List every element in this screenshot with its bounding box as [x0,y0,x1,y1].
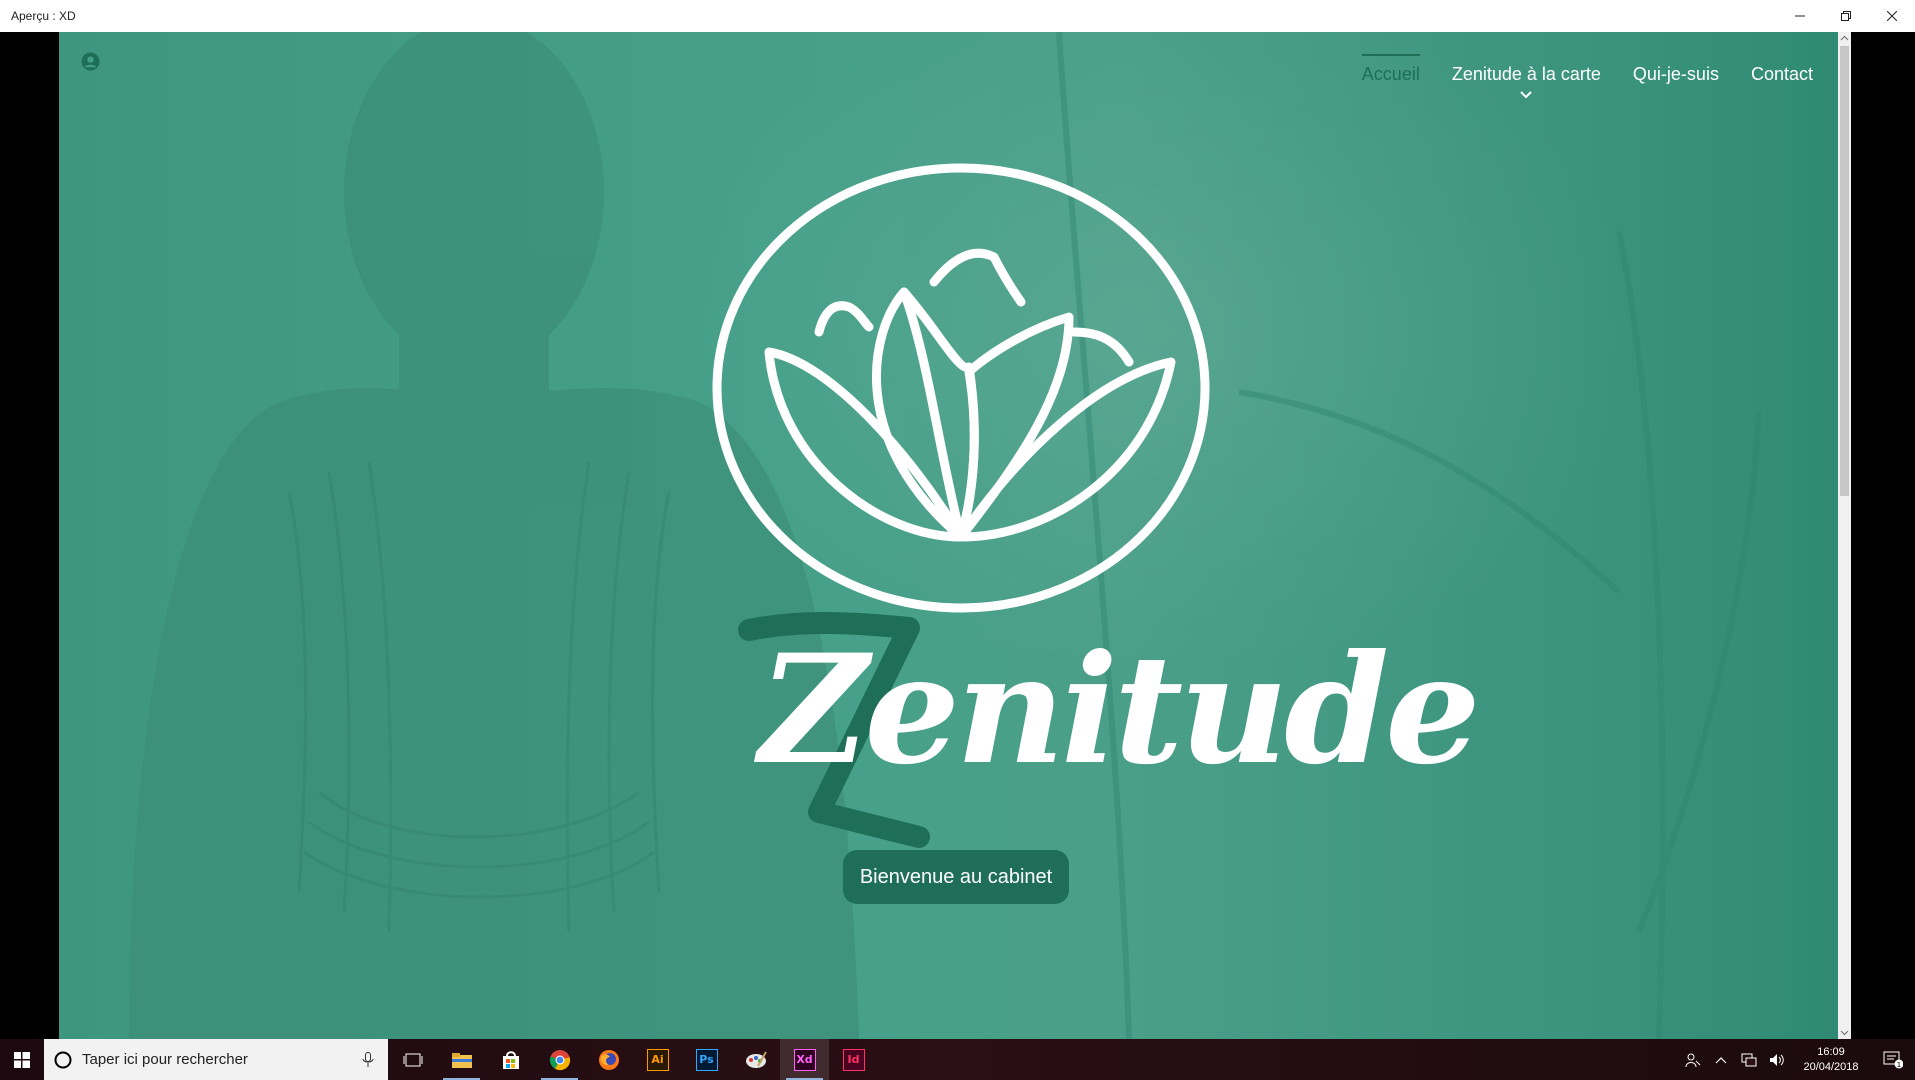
close-button[interactable] [1869,0,1915,32]
chevron-up-icon [1715,1056,1727,1063]
window-title: Aperçu : XD [11,9,76,23]
taskbar-illustrator[interactable]: Ai [633,1039,682,1080]
windows-logo-icon [14,1051,30,1068]
firefox-icon [598,1049,619,1070]
people-icon [1685,1053,1701,1067]
vertical-scrollbar[interactable] [1838,32,1851,1039]
microphone-icon[interactable] [362,1051,374,1068]
system-tray: 16:09 20/04/2018 1 [1679,1039,1915,1080]
restore-button[interactable] [1823,0,1869,32]
notification-count: 1 [1897,1061,1901,1069]
start-button[interactable] [0,1039,44,1080]
cortana-circle-icon [54,1051,72,1068]
minimize-icon [1795,15,1805,17]
speaker-icon [1770,1053,1784,1066]
taskbar-clock[interactable]: 16:09 20/04/2018 [1791,1045,1871,1075]
paint-icon [745,1051,767,1068]
search-placeholder: Taper ici pour rechercher [82,1051,248,1068]
xd-icon: Xd [793,1048,816,1071]
scroll-up-arrow-icon[interactable] [1840,34,1849,43]
chrome-icon [549,1049,570,1070]
taskbar-firefox[interactable] [584,1039,633,1080]
clock-date: 20/04/2018 [1803,1060,1859,1073]
store-icon [502,1050,519,1069]
illustrator-icon: Ai [646,1048,669,1071]
network-icon [1741,1053,1757,1066]
clock-time: 16:09 [1817,1045,1845,1058]
taskbar-xd[interactable]: Xd [780,1039,829,1080]
file-explorer-icon [451,1052,472,1068]
taskbar-file-explorer[interactable] [437,1039,486,1080]
action-center-button[interactable]: 1 [1871,1039,1915,1080]
task-view-button[interactable] [388,1039,437,1080]
taskbar-photoshop[interactable]: Ps [682,1039,731,1080]
welcome-cta-button[interactable]: Bienvenue au cabinet [843,850,1069,904]
people-button[interactable] [1679,1039,1707,1080]
network-button[interactable] [1735,1039,1763,1080]
scroll-down-arrow-icon[interactable] [1840,1028,1849,1037]
task-view-icon [403,1053,422,1066]
taskbar-paint[interactable] [731,1039,780,1080]
minimize-button[interactable] [1777,0,1823,32]
taskbar-indesign[interactable]: Id [829,1039,878,1080]
window-titlebar: Aperçu : XD [0,0,1915,32]
brand-name: Zenitude [759,622,1481,798]
volume-button[interactable] [1763,1039,1791,1080]
close-icon [1887,11,1897,21]
restore-icon [1841,11,1851,21]
taskbar-chrome[interactable] [535,1039,584,1080]
show-hidden-icons-button[interactable] [1707,1039,1735,1080]
taskbar-store[interactable] [486,1039,535,1080]
indesign-icon: Id [842,1048,865,1071]
notification-icon: 1 [1883,1051,1903,1069]
taskbar-search-field[interactable]: Taper ici pour rechercher [44,1039,388,1080]
photoshop-icon: Ps [695,1048,718,1071]
windows-taskbar: Taper ici pour rechercher Ai Ps Xd Id 16… [0,1039,1915,1080]
preview-stage: Accueil Zenitude à la carte Qui-je-suis … [0,32,1915,1039]
website-preview: Accueil Zenitude à la carte Qui-je-suis … [59,32,1838,1039]
scroll-thumb[interactable] [1840,46,1849,496]
